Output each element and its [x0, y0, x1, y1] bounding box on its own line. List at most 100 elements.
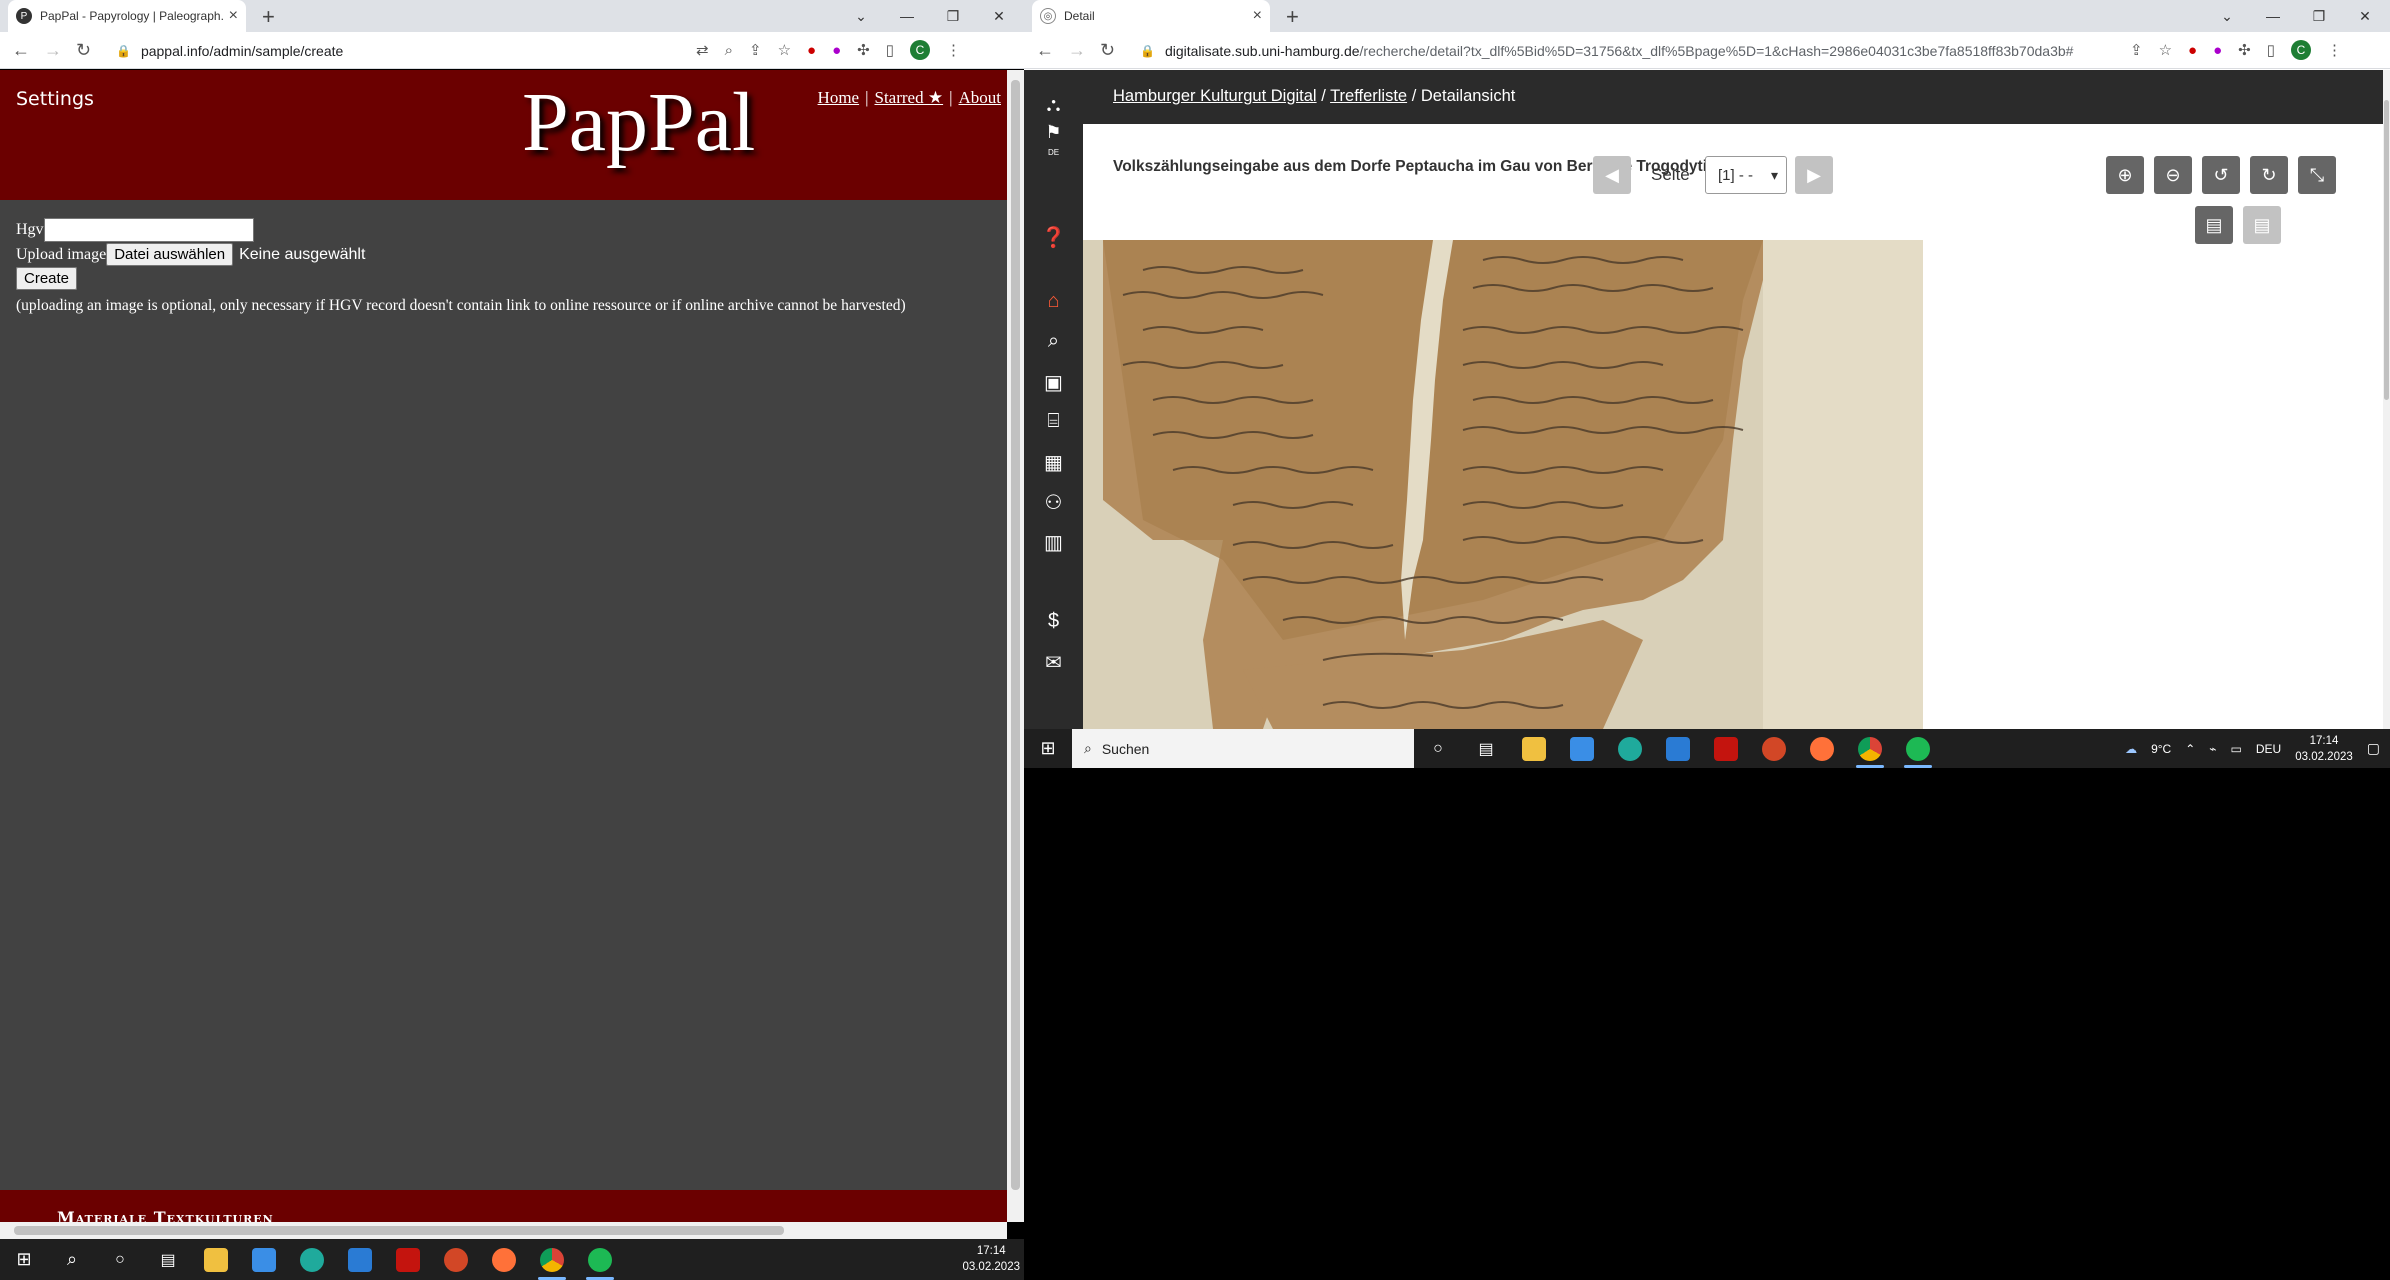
- forward-icon[interactable]: →: [44, 40, 62, 61]
- tab-search-icon[interactable]: ⌄: [838, 0, 884, 32]
- reload-icon[interactable]: ↻: [1100, 40, 1115, 61]
- nav-about-link[interactable]: About: [959, 88, 1002, 107]
- tray-chevron-icon[interactable]: ⌃: [2185, 742, 2195, 756]
- edge-icon[interactable]: [1606, 729, 1654, 768]
- search-icon[interactable]: ⌕: [1024, 330, 1083, 353]
- nav-starred-link[interactable]: Starred ★: [875, 88, 944, 107]
- profile-avatar[interactable]: C: [2291, 40, 2311, 60]
- store-icon[interactable]: [1558, 729, 1606, 768]
- choose-file-button[interactable]: Datei auswählen: [106, 243, 234, 266]
- taskbar-search-box[interactable]: ⌕ Suchen: [1072, 729, 1414, 768]
- chrome-icon[interactable]: [528, 1239, 576, 1280]
- side-panel-icon[interactable]: ▯: [2267, 41, 2275, 59]
- search-icon[interactable]: ⌕: [48, 1239, 96, 1280]
- right-tab-detail[interactable]: ◎ Detail ×: [1032, 0, 1270, 32]
- notifications-icon[interactable]: ▢: [2367, 740, 2380, 757]
- institution-icon[interactable]: ⌸: [1024, 410, 1083, 433]
- menu-kebab-icon[interactable]: ⋮: [2327, 41, 2342, 59]
- mail-icon[interactable]: ✉: [1024, 650, 1083, 675]
- store-icon[interactable]: [240, 1239, 288, 1280]
- papyrus-image[interactable]: [1083, 240, 1923, 729]
- chrome-icon[interactable]: [1846, 729, 1894, 768]
- extension-purple-icon[interactable]: ●: [2213, 42, 2222, 59]
- extension-purple-icon[interactable]: ●: [832, 42, 841, 59]
- language-flag-icon[interactable]: ⚑: [1024, 122, 1083, 143]
- sitemap-icon[interactable]: ⛬: [1024, 94, 1083, 117]
- powerpoint-icon[interactable]: [1750, 729, 1798, 768]
- extension-red-icon[interactable]: ●: [807, 42, 816, 59]
- share-icon[interactable]: ⇪: [749, 41, 762, 59]
- next-page-button[interactable]: ▶: [1795, 156, 1833, 194]
- people-icon[interactable]: ⚇: [1024, 490, 1083, 515]
- mail-icon[interactable]: [336, 1239, 384, 1280]
- zoom-in-icon[interactable]: ⊕: [2106, 156, 2144, 194]
- address-bar[interactable]: 🔒 pappal.info/admin/sample/create: [116, 37, 676, 65]
- zoom-icon[interactable]: ⌕: [725, 42, 733, 59]
- firefox-icon[interactable]: [1798, 729, 1846, 768]
- left-horizontal-scrollbar[interactable]: [0, 1222, 1007, 1239]
- home-icon[interactable]: ⌂: [1024, 290, 1083, 313]
- share-icon[interactable]: ⇪: [2130, 41, 2143, 59]
- calendar-icon[interactable]: ▥: [1024, 530, 1083, 555]
- minimize-icon[interactable]: —: [884, 0, 930, 32]
- left-taskbar-clock[interactable]: 17:14 03.02.2023: [962, 1243, 1020, 1275]
- close-tab-icon[interactable]: ×: [229, 7, 238, 25]
- pdf-download-icon[interactable]: ▤: [2195, 206, 2233, 244]
- mail-icon[interactable]: [1654, 729, 1702, 768]
- close-window-icon[interactable]: ✕: [976, 0, 1022, 32]
- hgv-input[interactable]: [43, 218, 254, 242]
- page-select[interactable]: [1] - -: [1705, 156, 1787, 194]
- new-tab-icon[interactable]: +: [1286, 4, 1299, 30]
- spotify-icon[interactable]: [1894, 729, 1942, 768]
- translate-icon[interactable]: ⇄: [696, 41, 709, 59]
- acrobat-icon[interactable]: [1702, 729, 1750, 768]
- extension-red-icon[interactable]: ●: [2188, 42, 2197, 59]
- right-taskbar-clock[interactable]: 17:14 03.02.2023: [2295, 733, 2353, 765]
- forward-icon[interactable]: →: [1068, 40, 1086, 61]
- dollar-icon[interactable]: $: [1024, 610, 1083, 633]
- menu-kebab-icon[interactable]: ⋮: [946, 41, 961, 59]
- powerpoint-icon[interactable]: [432, 1239, 480, 1280]
- restore-icon[interactable]: ❐: [930, 0, 976, 32]
- edge-icon[interactable]: [288, 1239, 336, 1280]
- address-bar[interactable]: 🔒 digitalisate.sub.uni-hamburg.de/recher…: [1140, 37, 2130, 65]
- extensions-puzzle-icon[interactable]: ✣: [2238, 41, 2251, 59]
- file-explorer-icon[interactable]: [1510, 729, 1558, 768]
- windows-start-icon[interactable]: ⊞: [0, 1239, 48, 1280]
- back-icon[interactable]: ←: [1036, 40, 1054, 61]
- profile-avatar[interactable]: C: [909, 40, 930, 60]
- zoom-out-icon[interactable]: ⊖: [2154, 156, 2192, 194]
- restore-icon[interactable]: ❐: [2296, 0, 2342, 32]
- create-button[interactable]: Create: [16, 267, 78, 290]
- right-vertical-scrollbar[interactable]: [2383, 70, 2390, 729]
- pappal-logo[interactable]: PapPal: [522, 74, 755, 171]
- weather-temp[interactable]: 9°C: [2151, 742, 2171, 756]
- breadcrumb-results-link[interactable]: Trefferliste: [1330, 87, 1407, 105]
- chat-icon[interactable]: ▣: [1024, 370, 1083, 395]
- page-download-icon[interactable]: ▤: [2243, 206, 2281, 244]
- keyboard-lang[interactable]: DEU: [2256, 742, 2281, 756]
- cortana-icon[interactable]: ○: [1414, 729, 1462, 768]
- file-explorer-icon[interactable]: [192, 1239, 240, 1280]
- close-tab-icon[interactable]: ×: [1253, 7, 1262, 25]
- new-tab-icon[interactable]: +: [262, 4, 275, 30]
- weather-cloud-icon[interactable]: ☁: [2125, 742, 2137, 756]
- left-vertical-scrollbar[interactable]: [1007, 70, 1024, 1222]
- firefox-icon[interactable]: [480, 1239, 528, 1280]
- breadcrumb-home-link[interactable]: Hamburger Kulturgut Digital: [1113, 87, 1317, 105]
- bookmark-star-icon[interactable]: ☆: [778, 41, 791, 59]
- network-icon[interactable]: ⌁: [2209, 742, 2216, 756]
- nav-home-link[interactable]: Home: [818, 88, 860, 107]
- reload-icon[interactable]: ↻: [76, 40, 91, 61]
- fullscreen-exit-icon[interactable]: ⤡: [2298, 156, 2336, 194]
- help-icon[interactable]: ❓: [1024, 225, 1083, 250]
- task-view-icon[interactable]: ▤: [1462, 729, 1510, 768]
- grid-icon[interactable]: ▦: [1024, 450, 1083, 475]
- prev-page-button[interactable]: ◀: [1593, 156, 1631, 194]
- tab-search-icon[interactable]: ⌄: [2204, 0, 2250, 32]
- language-code[interactable]: DE: [1024, 148, 1083, 157]
- left-tab-pappal[interactable]: P PapPal - Papyrology | Paleograph... ×: [8, 0, 246, 32]
- cortana-icon[interactable]: ○: [96, 1239, 144, 1280]
- back-icon[interactable]: ←: [12, 40, 30, 61]
- task-view-icon[interactable]: ▤: [144, 1239, 192, 1280]
